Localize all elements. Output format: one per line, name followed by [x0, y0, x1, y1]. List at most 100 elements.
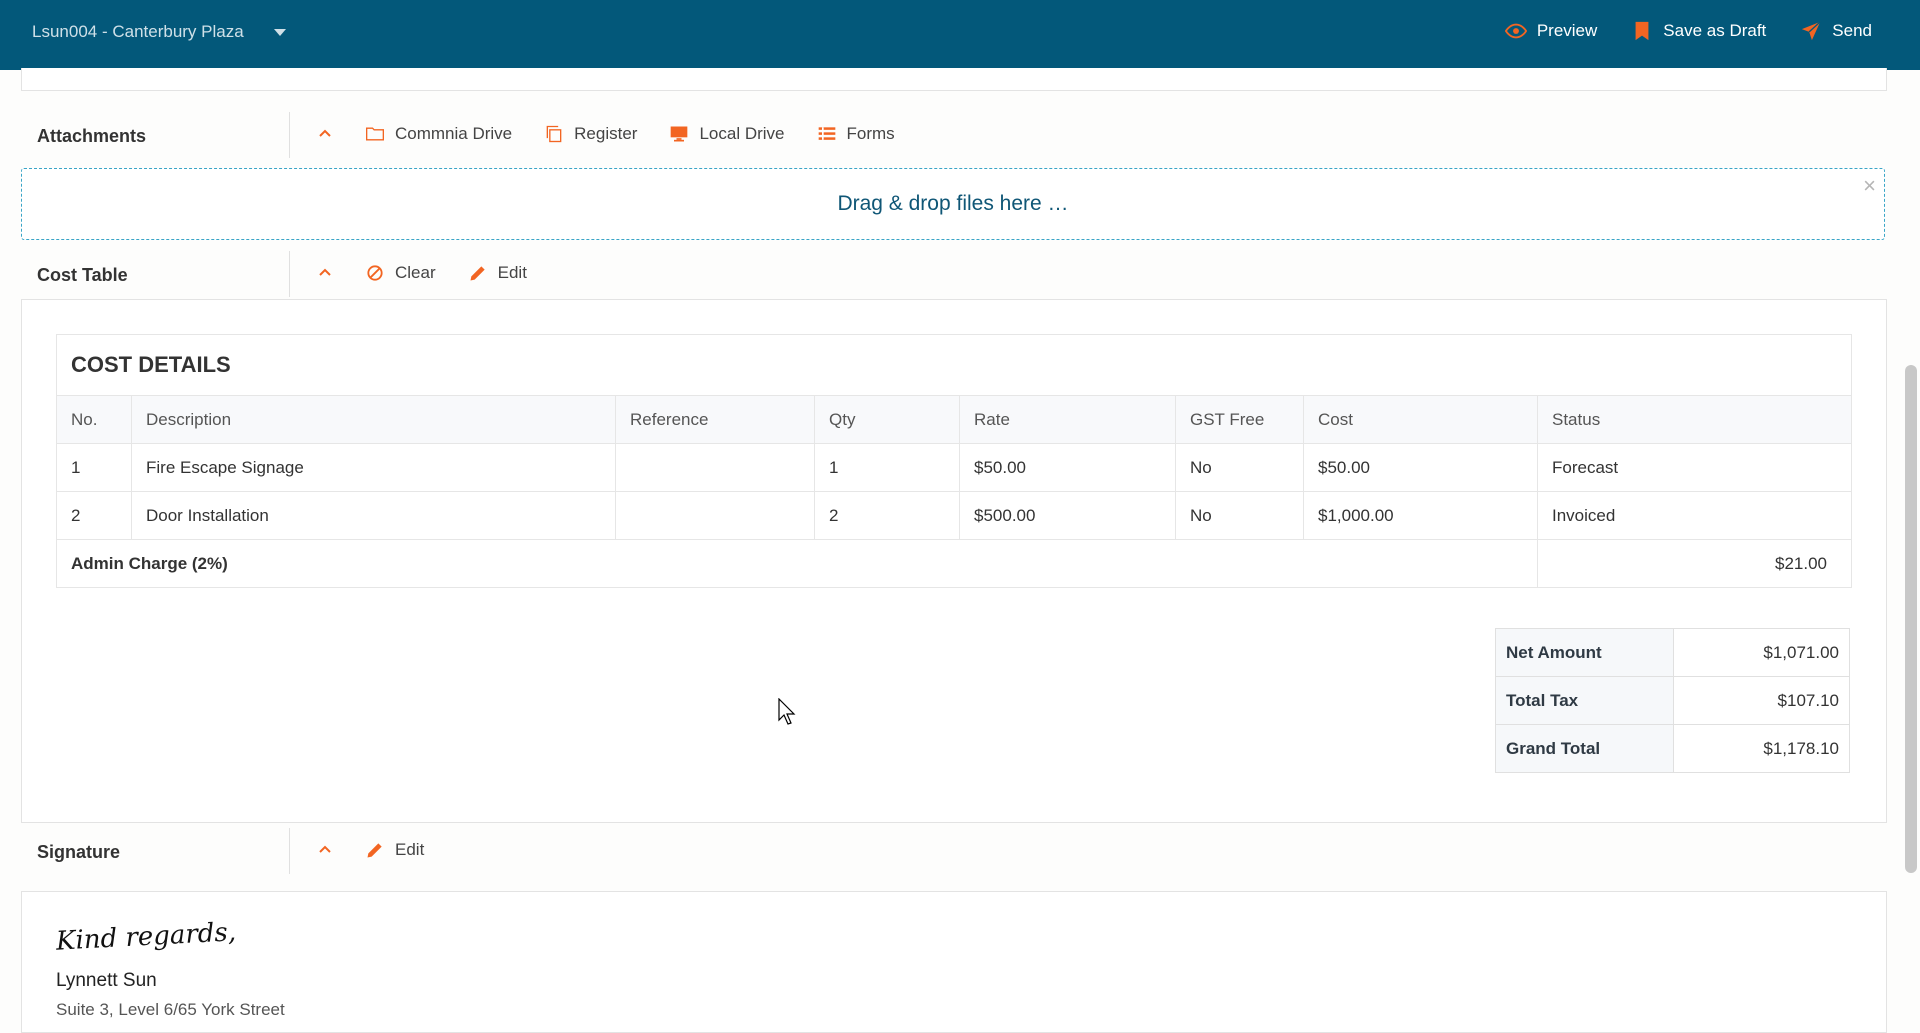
cell-status: Forecast: [1537, 443, 1852, 492]
header-actions: Preview Save as Draft Send: [1504, 20, 1872, 42]
column-header: GST Free: [1175, 395, 1304, 444]
collapse-signature-button[interactable]: [317, 842, 333, 858]
signature-address: Suite 3, Level 6/65 York Street: [56, 1000, 285, 1019]
cell-rate: $50.00: [959, 443, 1176, 492]
chevron-up-icon: [319, 129, 331, 137]
total-tax-row: Total Tax $107.10: [1495, 676, 1850, 725]
grand-total-row: Grand Total $1,178.10: [1495, 724, 1850, 773]
signature-name: Lynnett Sun: [56, 970, 157, 991]
totals-table: Net Amount $1,071.00 Total Tax $107.10 G…: [1495, 628, 1850, 773]
clear-label: Clear: [395, 263, 436, 282]
chevron-up-icon: [319, 268, 331, 276]
signature-script: Kind regards,: [55, 917, 237, 957]
total-tax-label: Total Tax: [1495, 676, 1674, 725]
copy-icon: [546, 125, 562, 143]
admin-charge-row: Admin Charge (2%) $21.00: [56, 539, 1852, 588]
cost-table-title: Cost Table: [37, 265, 128, 285]
save-draft-label: Save as Draft: [1663, 21, 1767, 40]
cost-panel: COST DETAILS No. Description Reference Q…: [21, 299, 1887, 823]
cell-description: Fire Escape Signage: [131, 443, 616, 492]
edit-signature-label: Edit: [395, 840, 425, 859]
cost-table-toolbar: Clear Edit: [317, 263, 527, 283]
attachments-toolbar: Commnia Drive Register Local Drive Forms: [317, 124, 895, 144]
previous-panel-edge: [21, 68, 1887, 91]
send-label: Send: [1832, 21, 1872, 40]
column-header: Status: [1537, 395, 1852, 444]
signature-header: Signature Edit: [21, 828, 1885, 874]
vertical-scrollbar[interactable]: [1900, 70, 1920, 1022]
collapse-attachments-button[interactable]: [317, 126, 333, 142]
table-row[interactable]: 1 Fire Escape Signage 1 $50.00 No $50.00…: [56, 443, 1852, 492]
edit-cost-button[interactable]: Edit: [468, 263, 527, 283]
divider: [289, 251, 290, 297]
local-drive-label: Local Drive: [699, 124, 785, 143]
net-amount-row: Net Amount $1,071.00: [1495, 628, 1850, 677]
cell-no: 2: [56, 491, 132, 540]
cost-details-title: COST DETAILS: [56, 334, 1852, 396]
table-header-row: No. Description Reference Qty Rate GST F…: [56, 395, 1852, 444]
file-dropzone[interactable]: Drag & drop files here … ×: [21, 168, 1885, 240]
monitor-icon: [671, 126, 688, 142]
commnia-drive-label: Commnia Drive: [395, 124, 513, 143]
column-header: Reference: [615, 395, 815, 444]
forms-button[interactable]: Forms: [817, 124, 895, 144]
dropzone-text: Drag & drop files here …: [837, 192, 1069, 215]
local-drive-button[interactable]: Local Drive: [669, 124, 785, 144]
cell-qty: 1: [814, 443, 960, 492]
grand-total-label: Grand Total: [1495, 724, 1674, 773]
bookmark-icon: [1635, 21, 1649, 41]
folder-icon: [366, 127, 384, 141]
edit-signature-button[interactable]: Edit: [365, 840, 424, 860]
clear-button[interactable]: Clear: [365, 263, 436, 283]
scroll-thumb[interactable]: [1905, 365, 1917, 873]
cell-description: Door Installation: [131, 491, 616, 540]
divider: [289, 112, 290, 158]
net-amount-label: Net Amount: [1495, 628, 1674, 677]
main-content: Attachments Commnia Drive Register Local…: [0, 68, 1900, 1033]
forms-icon: [818, 127, 835, 140]
send-button[interactable]: Send: [1800, 20, 1872, 42]
grand-total-value: $1,178.10: [1673, 724, 1850, 773]
paper-plane-icon: [1802, 21, 1821, 41]
cell-status: Invoiced: [1537, 491, 1852, 540]
chevron-up-icon: [319, 845, 331, 853]
cell-reference: [615, 491, 815, 540]
column-header: Description: [131, 395, 616, 444]
cell-qty: 2: [814, 491, 960, 540]
attachments-header: Attachments Commnia Drive Register Local…: [21, 112, 1885, 158]
cell-cost: $1,000.00: [1303, 491, 1538, 540]
register-label: Register: [574, 124, 638, 143]
cost-details-table: COST DETAILS No. Description Reference Q…: [56, 334, 1852, 588]
cell-cost: $50.00: [1303, 443, 1538, 492]
signature-panel: Kind regards, Lynnett Sun Suite 3, Level…: [21, 891, 1887, 1033]
cost-table-header: Cost Table Clear Edit: [21, 251, 1885, 297]
project-selector[interactable]: Lsun004 - Canterbury Plaza: [32, 22, 286, 42]
attachments-title: Attachments: [37, 126, 147, 146]
cell-rate: $500.00: [959, 491, 1176, 540]
collapse-cost-table-button[interactable]: [317, 265, 333, 281]
table-row[interactable]: 2 Door Installation 2 $500.00 No $1,000.…: [56, 491, 1852, 540]
register-button[interactable]: Register: [544, 124, 637, 144]
mouse-cursor-icon: [778, 698, 796, 725]
forms-label: Forms: [846, 124, 895, 143]
admin-charge-label: Admin Charge (2%): [56, 539, 1538, 588]
column-header: Cost: [1303, 395, 1538, 444]
caret-down-icon: [273, 28, 286, 36]
net-amount-value: $1,071.00: [1673, 628, 1850, 677]
signature-toolbar: Edit: [317, 840, 424, 860]
close-icon[interactable]: ×: [1863, 173, 1876, 199]
signature-title: Signature: [37, 842, 121, 862]
total-tax-value: $107.10: [1673, 676, 1850, 725]
commnia-drive-button[interactable]: Commnia Drive: [365, 124, 512, 144]
project-name: Lsun004 - Canterbury Plaza: [32, 22, 244, 41]
edit-cost-label: Edit: [497, 263, 527, 282]
divider: [289, 828, 290, 874]
preview-button[interactable]: Preview: [1504, 20, 1598, 42]
cell-gst-free: No: [1175, 443, 1304, 492]
save-draft-button[interactable]: Save as Draft: [1631, 20, 1766, 42]
preview-label: Preview: [1536, 21, 1598, 40]
cell-gst-free: No: [1175, 491, 1304, 540]
top-bar: Lsun004 - Canterbury Plaza Preview Save …: [0, 0, 1920, 70]
admin-charge-amount: $21.00: [1537, 539, 1852, 588]
pencil-icon: [367, 843, 382, 858]
